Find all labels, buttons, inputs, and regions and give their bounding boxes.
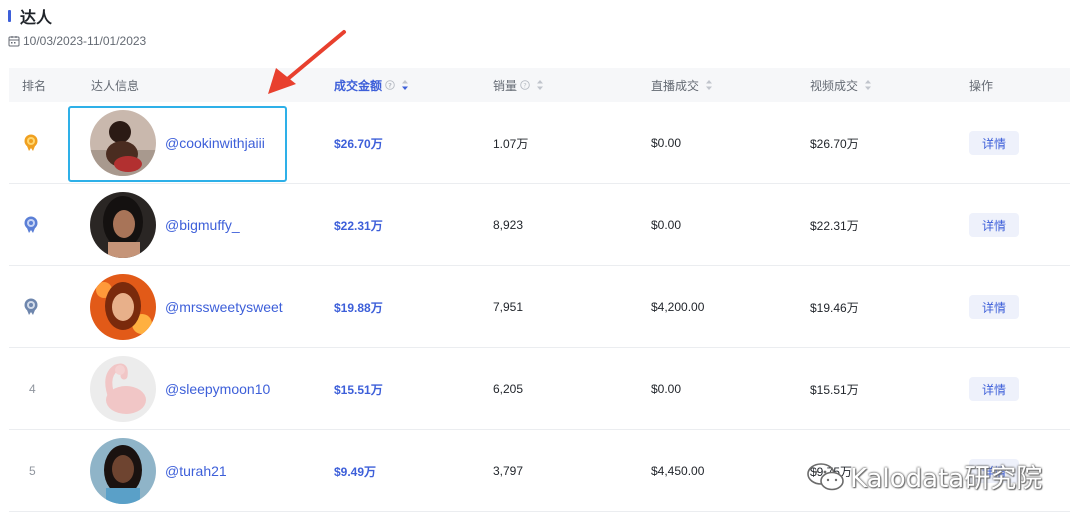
avatar[interactable] [90,356,156,422]
creator-cell[interactable]: @bigmuffy_ [90,184,240,266]
sales-cell: 3,797 [493,464,524,478]
rank-number: 5 [29,464,36,478]
wechat-icon [807,462,844,490]
avatar[interactable] [90,274,156,340]
red-arrow-annotation [268,30,346,94]
column-live-gmv[interactable]: 直播成交 [651,77,713,94]
rank-number: 4 [29,382,36,396]
gmv-cell: $15.51万 [334,382,383,397]
silver-medal-icon [24,216,38,233]
rank-cell [23,266,39,348]
bronze-medal-icon [24,298,38,315]
creator-handle[interactable]: @cookinwithjaiii [165,135,265,151]
gmv-cell: $22.31万 [334,218,383,233]
sales-cell: 8,923 [493,218,524,232]
action-cell: 详情 [969,266,1019,348]
sort-icon[interactable] [401,79,409,91]
gold-medal-icon [24,134,38,151]
help-icon[interactable]: ? [385,80,395,90]
live-gmv-cell: $4,450.00 [651,464,705,478]
live-gmv-cell: $0.00 [651,136,682,150]
detail-button[interactable]: 详情 [969,377,1019,401]
action-cell: 详情 [969,102,1019,184]
sales-cell: 7,951 [493,300,524,314]
detail-button[interactable]: 详情 [969,131,1019,155]
avatar[interactable] [90,110,156,176]
column-sales[interactable]: 销量 ? [493,77,544,94]
rank-cell: 5 [29,430,36,512]
svg-text:?: ? [388,81,392,89]
detail-button[interactable]: 详情 [969,213,1019,237]
title-row: 达人 [8,6,146,27]
table-row[interactable]: @mrssweetysweet $19.88万 7,951 $4,200.00 … [9,266,1070,348]
detail-button[interactable]: 详情 [969,295,1019,319]
video-gmv-cell: $22.31万 [810,218,859,233]
date-range: 10/03/2023-11/01/2023 [8,34,146,48]
live-gmv-cell: $0.00 [651,382,682,396]
sort-icon[interactable] [705,79,713,91]
live-gmv-cell: $0.00 [651,218,682,232]
table-row[interactable]: @bigmuffy_ $22.31万 8,923 $0.00 $22.31万 详… [9,184,1070,266]
help-icon[interactable]: ? [520,80,530,90]
column-video-gmv[interactable]: 视频成交 [810,77,872,94]
video-gmv-cell: $26.70万 [810,136,859,151]
watermark-text: Kalodata研究院 [850,464,1043,494]
action-cell: 详情 [969,184,1019,266]
watermark: Kalodata研究院 [806,458,1042,495]
section-header: 达人 10/03/2023-11/01/2023 [8,6,146,48]
column-rank: 排名 [22,78,47,93]
sales-cell: 1.07万 [493,136,529,151]
column-creator: 达人信息 [91,78,140,93]
gmv-cell: $26.70万 [334,136,383,151]
creator-handle[interactable]: @sleepymoon10 [165,381,270,397]
rank-cell: 4 [29,348,36,430]
sort-icon[interactable] [864,79,872,91]
creator-handle[interactable]: @bigmuffy_ [165,217,240,233]
avatar[interactable] [90,438,156,504]
table-row[interactable]: 4 @sleepymoon10 $15.51万 6,205 $0.00 $15.… [9,348,1070,430]
calendar-icon [8,36,20,47]
rank-cell [23,102,39,184]
creator-cell[interactable]: @turah21 [90,430,227,512]
creator-handle[interactable]: @turah21 [165,463,227,479]
creator-cell[interactable]: @mrssweetysweet [90,266,283,348]
live-gmv-cell: $4,200.00 [651,300,705,314]
gmv-cell: $19.88万 [334,300,383,315]
date-range-text: 10/03/2023-11/01/2023 [23,34,147,48]
action-cell: 详情 [969,348,1019,430]
gmv-cell: $9.49万 [334,464,377,479]
creator-cell[interactable]: @cookinwithjaiii [90,102,265,184]
title-accent-bar [8,10,11,22]
sales-cell: 6,205 [493,382,524,396]
rank-cell [23,184,39,266]
svg-text:?: ? [523,81,526,89]
section-title: 达人 [20,8,53,27]
creator-handle[interactable]: @mrssweetysweet [165,299,283,315]
creator-cell[interactable]: @sleepymoon10 [90,348,270,430]
video-gmv-cell: $15.51万 [810,382,859,397]
creator-table: 排名 达人信息 成交金额 ? 销量 ? 直播成交 视频成交 操作 @cookin… [9,68,1070,512]
column-action: 操作 [969,78,994,93]
table-header: 排名 达人信息 成交金额 ? 销量 ? 直播成交 视频成交 操作 [9,68,1070,102]
table-row[interactable]: @cookinwithjaiii $26.70万 1.07万 $0.00 $26… [9,102,1070,184]
avatar[interactable] [90,192,156,258]
video-gmv-cell: $19.46万 [810,300,859,315]
sort-icon[interactable] [536,79,544,91]
